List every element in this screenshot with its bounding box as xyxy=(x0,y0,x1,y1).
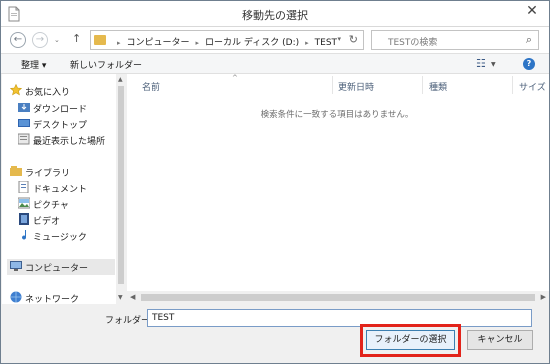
sidebar-item-music[interactable]: ミュージック xyxy=(18,228,114,244)
close-button[interactable]: ✕ xyxy=(517,2,547,21)
navigation-pane: お気に入り ダウンロード デスクトップ 最近表示した場所 ライブラリ ドキュメン… xyxy=(2,74,126,305)
column-divider[interactable] xyxy=(512,76,513,94)
address-history-chevron-icon[interactable]: ▾ xyxy=(337,35,341,43)
search-placeholder: TESTの検索 xyxy=(388,38,438,48)
folder-icon xyxy=(94,35,106,45)
sidebar-item-downloads[interactable]: ダウンロード xyxy=(18,100,114,116)
breadcrumb-item[interactable]: コンピューター xyxy=(127,38,190,48)
pictures-icon xyxy=(17,197,31,209)
help-button[interactable]: ? xyxy=(523,58,535,70)
sidebar-item-label: ミュージック xyxy=(33,233,87,243)
sidebar-item-documents[interactable]: ドキュメント xyxy=(18,180,114,196)
sidebar-item-recent-places[interactable]: 最近表示した場所 xyxy=(17,132,114,148)
title-bar: 移動先の選択 ✕ xyxy=(1,1,549,27)
computer-icon xyxy=(10,260,22,272)
breadcrumb-item[interactable]: TEST xyxy=(315,38,337,48)
window-title: 移動先の選択 xyxy=(242,9,308,22)
sidebar-item-label: ピクチャ xyxy=(33,201,69,211)
column-header-modified[interactable]: 更新日時 xyxy=(338,80,374,93)
sidebar-item-label: コンピューター xyxy=(25,264,89,274)
scroll-left-icon[interactable]: ◀ xyxy=(130,293,135,301)
column-header-type[interactable]: 種類 xyxy=(429,80,447,93)
up-folder-button[interactable]: ↑ xyxy=(72,32,81,45)
column-header-size[interactable]: サイズ xyxy=(519,80,546,93)
forward-button[interactable]: → xyxy=(32,32,48,48)
search-box[interactable]: TESTの検索 ⌕ xyxy=(371,30,539,50)
cancel-button[interactable]: キャンセル xyxy=(467,330,533,350)
network-icon xyxy=(10,291,22,303)
sidebar-item-libraries[interactable]: ライブラリ xyxy=(10,164,114,180)
sidebar-item-label: ドキュメント xyxy=(33,185,88,195)
video-icon xyxy=(18,213,30,225)
star-icon xyxy=(9,83,23,96)
search-icon[interactable]: ⌕ xyxy=(526,33,532,47)
sidebar-item-label: ライブラリ xyxy=(25,169,71,179)
recent-places-icon xyxy=(17,133,30,145)
desktop-icon xyxy=(18,117,30,129)
address-field[interactable]: ▸ コンピューター ▸ ローカル ディスク (D:) ▸ TEST ▾ ↻ xyxy=(90,30,364,50)
sidebar-item-label: ダウンロード xyxy=(33,105,88,115)
command-toolbar: 整理 ▾ 新しいフォルダー ☷ ▼ ? xyxy=(1,53,549,74)
view-options-icon[interactable]: ☷ xyxy=(476,57,486,70)
column-header-name[interactable]: 名前 xyxy=(142,80,160,93)
scroll-down-icon[interactable]: ▼ xyxy=(118,294,123,301)
select-folder-button[interactable]: フォルダーの選択 xyxy=(366,330,455,350)
sidebar-item-pictures[interactable]: ピクチャ xyxy=(17,196,114,212)
dialog-window: 移動先の選択 ✕ ← → ⌄ ↑ ▸ コンピューター ▸ ローカル ディスク (D:)… xyxy=(0,0,550,364)
dialog-footer: フォルダー: フォルダーの選択 キャンセル xyxy=(1,304,549,363)
scroll-thumb[interactable] xyxy=(141,294,535,301)
documents-icon xyxy=(18,180,30,194)
empty-results-message: 検索条件に一致する項目はありません。 xyxy=(260,110,414,120)
folder-name-input[interactable] xyxy=(147,309,532,327)
download-folder-icon xyxy=(18,101,30,113)
new-folder-button[interactable]: 新しいフォルダー xyxy=(70,58,142,71)
breadcrumb-item[interactable]: ローカル ディスク (D:) xyxy=(205,38,299,48)
sidebar-item-computer[interactable]: コンピューター xyxy=(7,259,115,275)
sidebar-scrollbar[interactable]: ▲ ▼ xyxy=(116,74,126,304)
scroll-right-icon[interactable]: ▶ xyxy=(541,293,546,301)
sidebar-item-label: ビデオ xyxy=(33,217,61,227)
back-button[interactable]: ← xyxy=(10,32,26,48)
sidebar-item-favorites[interactable]: お気に入り xyxy=(9,83,114,99)
sidebar-item-videos[interactable]: ビデオ xyxy=(18,212,114,228)
refresh-button[interactable]: ↻ xyxy=(349,33,358,46)
sidebar-item-label: デスクトップ xyxy=(33,121,88,131)
breadcrumb: ▸ コンピューター ▸ ローカル ディスク (D:) ▸ TEST xyxy=(117,38,338,48)
library-icon xyxy=(10,165,22,177)
music-icon xyxy=(18,229,30,241)
file-list: ^ 名前 更新日時 種類 サイズ 検索条件に一致する項目はありません。 ◀ ▶ xyxy=(127,74,549,304)
organize-menu[interactable]: 整理 ▾ xyxy=(21,58,46,71)
sidebar-item-label: お気に入り xyxy=(25,88,71,98)
address-bar-row: ← → ⌄ ↑ ▸ コンピューター ▸ ローカル ディスク (D:) ▸ TEST ▾ ↻… xyxy=(1,27,549,53)
scroll-up-icon[interactable]: ▲ xyxy=(118,76,123,83)
folder-field-label: フォルダー: xyxy=(105,316,154,326)
sidebar-item-desktop[interactable]: デスクトップ xyxy=(18,116,114,132)
recent-locations-chevron-icon[interactable]: ⌄ xyxy=(54,36,60,44)
sidebar-item-label: 最近表示した場所 xyxy=(33,137,106,147)
column-divider[interactable] xyxy=(422,76,423,94)
view-options-chevron-icon[interactable]: ▼ xyxy=(491,61,496,68)
scroll-thumb[interactable] xyxy=(118,86,124,284)
column-divider[interactable] xyxy=(332,76,333,94)
content-horizontal-scrollbar[interactable]: ◀ ▶ xyxy=(127,291,549,304)
sort-ascending-icon: ^ xyxy=(232,74,238,82)
